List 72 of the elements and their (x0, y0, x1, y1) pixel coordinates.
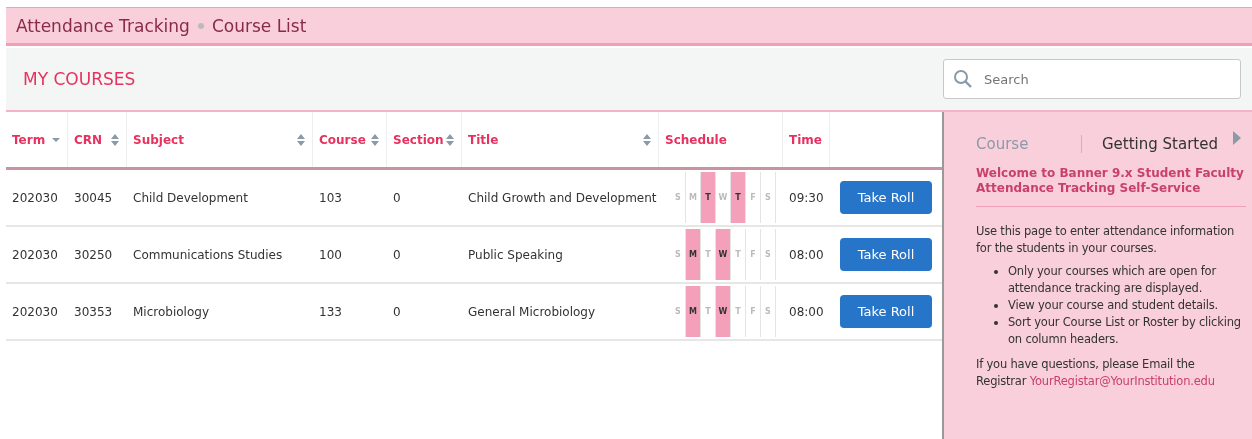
section-title: MY COURSES (23, 69, 136, 89)
column-header[interactable]: Term (12, 132, 46, 147)
day-indicator: T (731, 172, 746, 223)
day-indicator: F (746, 172, 761, 223)
day-indicator: F (746, 286, 761, 337)
panel-tab[interactable]: Course (976, 135, 1081, 153)
day-indicator: S (671, 172, 686, 223)
table-cell: 100 (319, 247, 342, 262)
sort-icon[interactable] (296, 132, 306, 147)
column-header: Time (789, 132, 822, 147)
day-indicator: M (686, 286, 701, 337)
table-cell: 103 (319, 190, 342, 205)
column-header[interactable]: Subject (133, 132, 184, 147)
column-header: Schedule (665, 132, 727, 147)
table-cell: 08:00 (789, 304, 824, 319)
table-cell: 0 (393, 190, 401, 205)
table-cell: 202030 (12, 304, 58, 319)
column-header[interactable]: Course (319, 132, 366, 147)
table-cell: 0 (393, 247, 401, 262)
separator-icon (197, 22, 204, 29)
column-header[interactable]: Section (393, 132, 444, 147)
help-text: If you have questions, please Email the Registrar YourRegistar@YourInstitution.edu (976, 356, 1216, 390)
bullet-text: Sort your Course List or Roster by clicking on column headers. (1008, 314, 1242, 348)
bullet-icon (994, 321, 998, 325)
welcome-heading: Welcome to Banner 9.x Student Faculty Attendance Tracking Self-Service (976, 166, 1245, 196)
breadcrumb-link[interactable]: Attendance Tracking (16, 15, 190, 36)
table-cell: 30250 (74, 247, 113, 262)
table-cell: 09:30 (789, 190, 824, 205)
panel-tab[interactable]: Getting Started (1081, 135, 1218, 153)
day-indicator: W (716, 229, 731, 280)
table-cell: Microbiology (133, 304, 209, 319)
take-roll-button[interactable]: Take Roll (840, 295, 932, 328)
table-cell: Child Growth and Development (468, 190, 657, 205)
take-roll-button[interactable]: Take Roll (840, 181, 932, 214)
table-cell: 202030 (12, 190, 58, 205)
table-cell: Public Speaking (468, 247, 563, 262)
take-roll-button[interactable]: Take Roll (840, 238, 932, 271)
page-title: Course List (211, 15, 307, 36)
table-cell: General Microbiology (468, 304, 596, 319)
table-cell: 30045 (74, 190, 113, 205)
table-cell: 08:00 (789, 247, 824, 262)
day-indicator: S (761, 286, 776, 337)
sort-icon[interactable] (642, 132, 652, 147)
column-header[interactable]: CRN (74, 132, 103, 147)
table-cell: Child Development (133, 190, 248, 205)
day-indicator: W (716, 286, 731, 337)
day-indicator: T (701, 172, 716, 223)
sort-icon[interactable] (110, 132, 120, 147)
sort-icon[interactable] (445, 132, 455, 147)
bullet-icon (994, 304, 998, 308)
day-indicator: F (746, 229, 761, 280)
table-cell: 30353 (74, 304, 113, 319)
table-cell: 0 (393, 304, 401, 319)
sort-down-icon[interactable] (51, 136, 61, 143)
search-field[interactable]: Search (943, 59, 1241, 99)
table-cell: Communications Studies (133, 247, 283, 262)
day-indicator: S (761, 229, 776, 280)
day-indicator: T (731, 229, 746, 280)
day-indicator: M (686, 229, 701, 280)
intro-text: Use this page to enter attendance information for the students in your courses. (976, 223, 1236, 257)
email-link[interactable]: YourRegistar@YourInstitution.edu (1029, 374, 1215, 388)
day-indicator: T (731, 286, 746, 337)
next-icon[interactable] (1232, 130, 1242, 146)
day-indicator: S (761, 172, 776, 223)
bullet-icon (994, 270, 998, 274)
sort-icon[interactable] (370, 132, 380, 147)
table-cell: 202030 (12, 247, 58, 262)
table-cell: 133 (319, 304, 342, 319)
search-icon (953, 69, 973, 89)
bullet-text: View your course and student details. (1008, 297, 1219, 314)
bullet-text: Only your courses which are open for attendance tracking are displayed. (1008, 263, 1218, 297)
column-header[interactable]: Title (468, 132, 499, 147)
